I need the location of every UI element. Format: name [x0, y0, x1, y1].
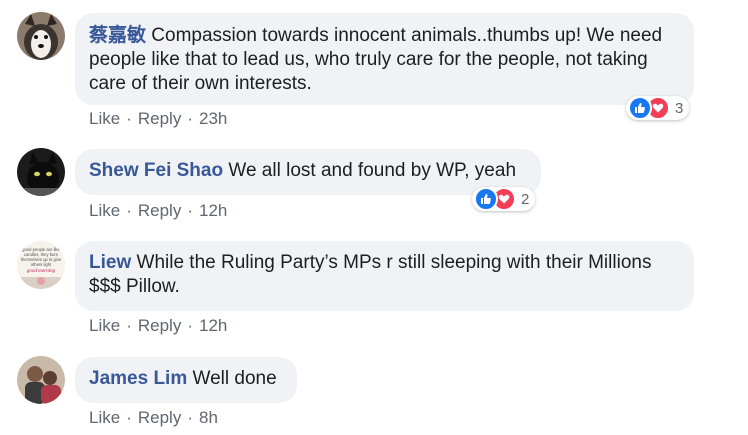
comment-bubble: Liew While the Ruling Party’s MPs r stil… [75, 241, 694, 311]
separator-dot: · [126, 201, 132, 220]
dog-avatar-icon [17, 12, 65, 60]
reactions-summary[interactable]: 3 [626, 96, 690, 120]
separator-dot: · [126, 109, 132, 128]
like-link[interactable]: Like [89, 316, 120, 335]
like-reaction-icon [628, 96, 652, 120]
separator-dot: · [126, 408, 132, 427]
people-avatar-icon [17, 356, 65, 404]
comment-bubble: 蔡嘉敏 Compassion towards innocent animals.… [75, 13, 694, 105]
separator-dot: · [187, 408, 193, 427]
timestamp[interactable]: 8h [199, 408, 218, 427]
text-card-avatar-icon: good people are like candles, they burn … [17, 241, 65, 289]
reply-link[interactable]: Reply [138, 201, 181, 220]
reply-link[interactable]: Reply [138, 408, 181, 427]
author-name[interactable]: Liew [89, 252, 131, 273]
reaction-count: 2 [521, 190, 530, 208]
comment-text: We all lost and found by WP, yeah [228, 160, 517, 181]
avatar-text-line: others light [31, 262, 52, 267]
cat-avatar-icon [17, 148, 65, 196]
comment-bubble: James Lim Well done [75, 357, 297, 403]
timestamp[interactable]: 12h [199, 201, 227, 220]
avatar[interactable] [17, 148, 65, 196]
like-link[interactable]: Like [89, 408, 120, 427]
comment-actions: Like · Reply · 12h [89, 316, 227, 336]
timestamp[interactable]: 12h [199, 316, 227, 335]
reply-link[interactable]: Reply [138, 316, 181, 335]
separator-dot: · [187, 316, 193, 335]
like-link[interactable]: Like [89, 109, 120, 128]
separator-dot: · [187, 201, 193, 220]
comment-actions: Like · Reply · 8h [89, 408, 218, 428]
avatar-text-line: good morning [27, 269, 56, 274]
comment-text: Well done [192, 368, 277, 389]
author-name[interactable]: Shew Fei Shao [89, 160, 223, 181]
comment-text: Compassion towards innocent animals..thu… [89, 25, 663, 94]
comment-bubble: Shew Fei Shao We all lost and found by W… [75, 149, 541, 195]
author-name[interactable]: James Lim [89, 368, 187, 389]
reactions-summary[interactable]: 2 [472, 187, 536, 211]
avatar[interactable]: good people are like candles, they burn … [17, 241, 65, 289]
avatar[interactable] [17, 356, 65, 404]
reply-link[interactable]: Reply [138, 109, 181, 128]
timestamp[interactable]: 23h [199, 109, 227, 128]
like-reaction-icon [474, 187, 498, 211]
comment-actions: Like · Reply · 23h [89, 109, 227, 129]
like-link[interactable]: Like [89, 201, 120, 220]
comment-text: While the Ruling Party’s MPs r still sle… [89, 252, 652, 297]
separator-dot: · [187, 109, 193, 128]
separator-dot: · [126, 316, 132, 335]
author-name[interactable]: 蔡嘉敏 [89, 24, 146, 46]
avatar[interactable] [17, 12, 65, 60]
reaction-count: 3 [675, 99, 684, 117]
comment-actions: Like · Reply · 12h [89, 201, 227, 221]
